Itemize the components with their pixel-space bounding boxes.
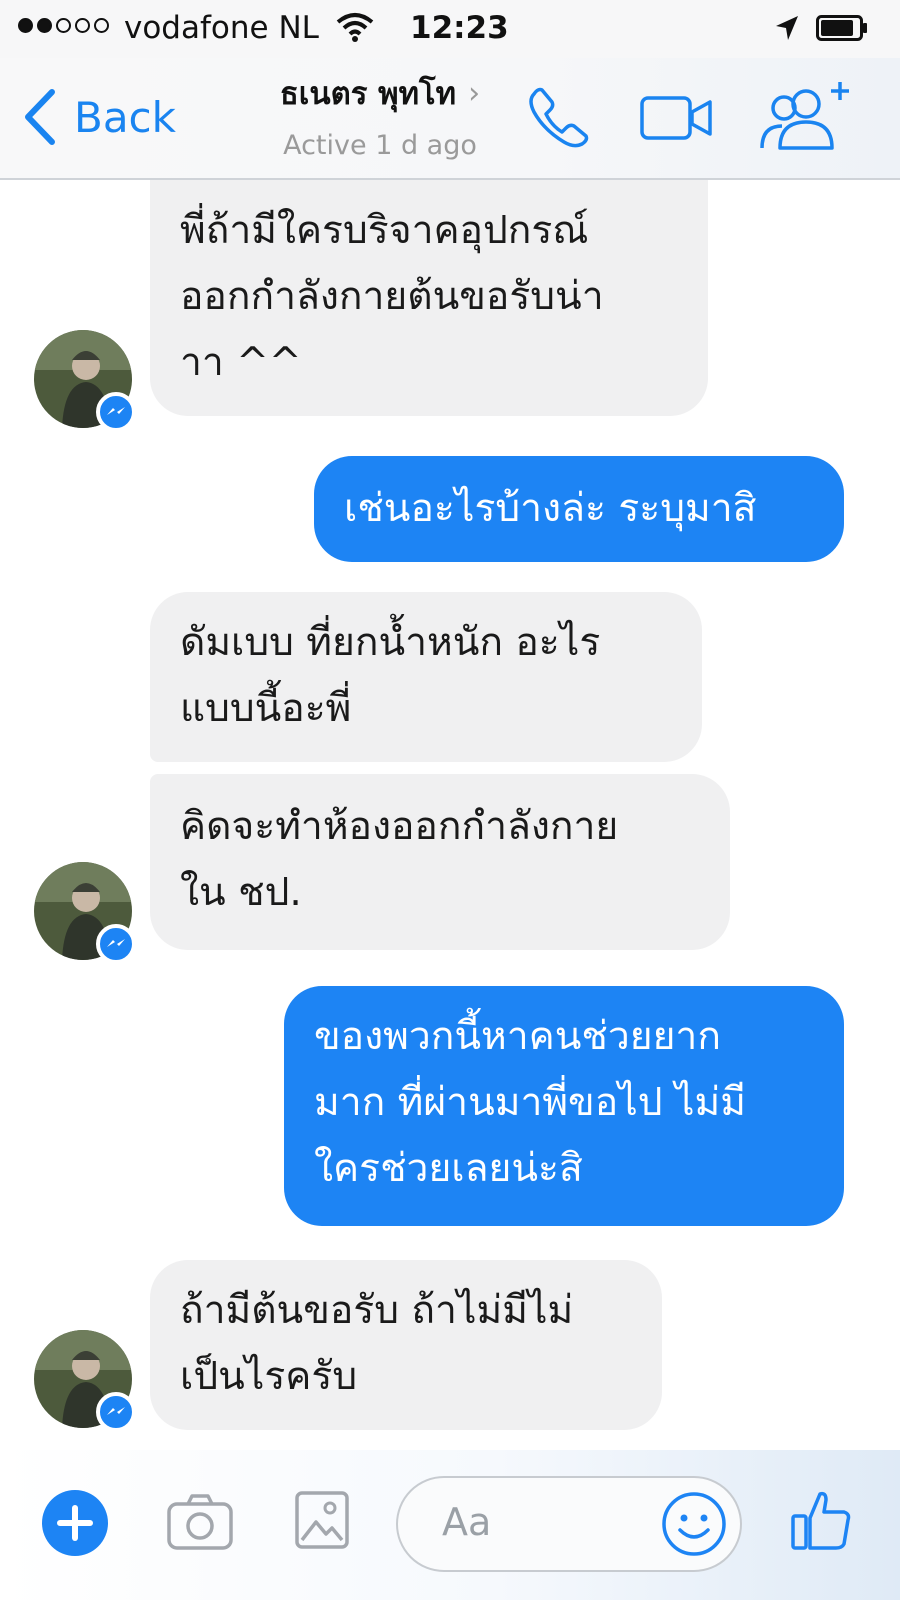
message-input-placeholder: Aa [442, 1500, 492, 1544]
contact-avatar[interactable] [34, 862, 136, 964]
carrier-name: vodafone NL [124, 10, 319, 46]
plus-icon[interactable] [40, 1488, 110, 1558]
contact-avatar[interactable] [34, 330, 136, 432]
contact-name: ธเนตร พุทโท [279, 76, 457, 112]
add-people-icon[interactable] [756, 78, 852, 152]
status-bar: vodafone NL 12:23 [0, 0, 900, 58]
contact-avatar[interactable] [34, 1330, 136, 1432]
messenger-badge-icon [96, 924, 136, 964]
chevron-left-icon [25, 89, 55, 145]
messenger-badge-icon [96, 392, 136, 432]
camera-icon[interactable] [166, 1492, 234, 1552]
message-incoming[interactable]: ดัมเบบ ที่ยกน้ำหนัก อะไร แบบนี้อะพี่ [150, 592, 702, 762]
chevron-right-icon: › [468, 75, 481, 111]
video-call-icon[interactable] [640, 94, 712, 142]
back-button[interactable]: Back [22, 88, 176, 146]
contact-active-status: Active 1 d ago [283, 130, 477, 161]
wifi-icon [336, 13, 374, 42]
phone-call-icon[interactable] [528, 86, 590, 148]
battery-icon [816, 15, 867, 41]
image-gallery-icon[interactable] [294, 1490, 350, 1550]
message-incoming[interactable]: ถ้ามีต้นขอรับ ถ้าไม่มีไม่ เป็นไรครับ [150, 1260, 662, 1430]
contact-info[interactable]: ธเนตร พุทโท › Active 1 d ago [230, 68, 530, 162]
conversation-header: Back ธเนตร พุทโท › Active 1 d ago [0, 58, 900, 180]
back-label: Back [74, 92, 176, 142]
message-input[interactable]: Aa [396, 1476, 742, 1572]
location-arrow-icon [776, 16, 798, 40]
message-composer: Aa [0, 1450, 900, 1600]
message-thread[interactable]: พี่ถ้ามีใครบริจาคอุปกรณ์ ออกกำลังกายต้นข… [0, 180, 900, 1450]
messenger-badge-icon [96, 1392, 136, 1432]
message-incoming[interactable]: พี่ถ้ามีใครบริจาคอุปกรณ์ ออกกำลังกายต้นข… [150, 180, 708, 416]
message-incoming[interactable]: คิดจะทำห้องออกกำลังกาย ใน ชป. [150, 774, 730, 950]
signal-strength-icon [18, 18, 109, 33]
emoji-icon[interactable] [660, 1490, 728, 1558]
status-time: 12:23 [410, 10, 509, 46]
message-outgoing[interactable]: เช่นอะไรบ้างล่ะ ระบุมาสิ [314, 456, 844, 562]
messenger-screen: vodafone NL 12:23 Back ธเนตร พุทโท › Act… [0, 0, 900, 1600]
thumbs-up-icon[interactable] [790, 1488, 852, 1552]
message-outgoing[interactable]: ของพวกนี้หาคนช่วยยาก มาก ที่ผ่านมาพี่ขอไ… [284, 986, 844, 1226]
